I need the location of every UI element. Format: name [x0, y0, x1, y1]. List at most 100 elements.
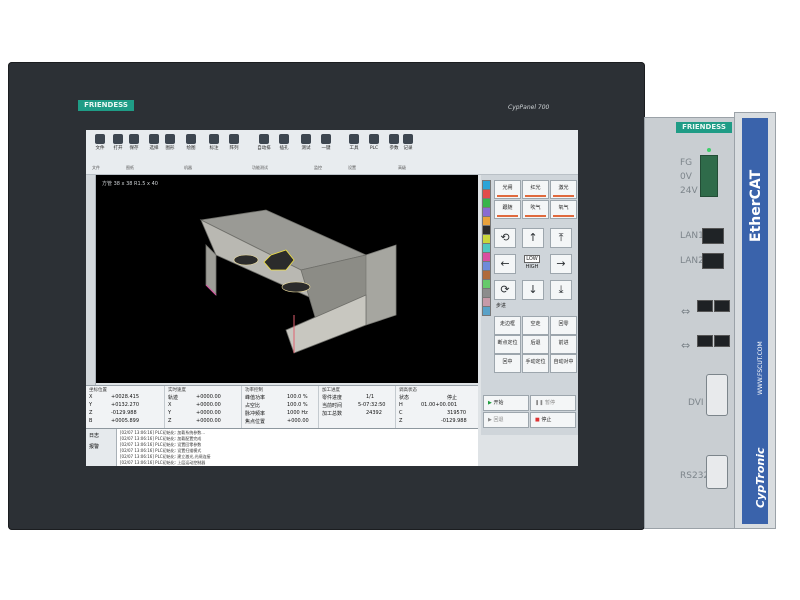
height-row: 状态 停止: [399, 394, 457, 401]
ribbon-button[interactable]: 标注: [204, 134, 224, 151]
toggle-button[interactable]: 红光: [522, 180, 549, 199]
laser-row: 脉冲频率 1000 Hz: [245, 410, 308, 417]
ribbon-group-label: 文件: [92, 165, 100, 170]
rs232-port: [706, 455, 728, 489]
toggle-indicator: [553, 195, 574, 197]
tool-icon: [279, 134, 289, 144]
ribbon-button[interactable]: 测试: [296, 134, 316, 151]
height-row: C 319570: [399, 410, 466, 416]
speed-value: +0000.00: [196, 402, 221, 408]
ribbon-button[interactable]: 插孔: [274, 134, 294, 151]
0v-label: 0V: [680, 172, 692, 182]
layer-color-swatch[interactable]: [482, 306, 491, 316]
ribbon-button-label: 标注: [209, 146, 219, 151]
ethercat-logo: EtherCAT: [748, 169, 764, 242]
ribbon-button[interactable]: 一键: [316, 134, 336, 151]
axis-label: Z: [89, 410, 93, 416]
ribbon-group-label: 图纸: [126, 165, 134, 170]
ribbon-button[interactable]: 工具: [344, 134, 364, 151]
ribbon-button[interactable]: 自动排: [254, 134, 274, 151]
tool-icon: [149, 134, 159, 144]
return-button[interactable]: ▶ 回退: [483, 412, 529, 428]
motion-button[interactable]: 空走: [522, 316, 549, 335]
log-panel: 日志 报警 [02/07 13:06:16] PLC初始化: 加载系统参数...…: [86, 428, 478, 466]
right-arrow-icon[interactable]: →: [550, 254, 572, 274]
ribbon-button-label: 测试: [301, 146, 311, 151]
laser-row: 占空比 100.0 %: [245, 402, 308, 409]
usb-symbol: ⇔: [681, 305, 691, 318]
toggle-indicator: [553, 215, 574, 217]
hmi-screen: 文件 打开 保存 选择 图形 绘图 标注 阵列 自动排 插孔 测试 一键 工具 PLC 参数 记录 文件 图纸 机器…: [86, 130, 578, 466]
speed-block: 实时速度 轨迹 +0000.00 X +0000.00 Y +0000.00 Z +00…: [165, 386, 242, 428]
height-header: 调高状态: [399, 388, 417, 393]
speed-high-label: HIGH: [525, 264, 539, 270]
motion-button[interactable]: 前进: [550, 335, 577, 354]
ribbon-button[interactable]: 保存: [124, 134, 144, 151]
lan2-label: LAN2: [680, 256, 704, 266]
height-row: H 01.00+00.001: [399, 402, 457, 408]
progress-value: 1/1: [366, 394, 375, 400]
speed-label: 轨迹: [168, 395, 179, 401]
drawing-canvas[interactable]: 方管 38 x 38 R1.5 x 40: [96, 175, 478, 383]
speed-label: X: [168, 402, 172, 408]
motion-button[interactable]: 走边框: [494, 316, 521, 335]
tab-log[interactable]: 日志: [89, 432, 99, 439]
tool-icon: [129, 134, 139, 144]
motion-button[interactable]: 后退: [522, 335, 549, 354]
tool-icon: [259, 134, 269, 144]
ribbon-toolbar: 文件 打开 保存 选择 图形 绘图 标注 阵列 自动排 插孔 测试 一键 工具 PLC 参数 记录 文件 图纸 机器…: [86, 130, 578, 175]
ribbon-button[interactable]: 阵列: [224, 134, 244, 151]
ribbon-button[interactable]: 图形: [160, 134, 180, 151]
dvi-label: DVI: [688, 398, 704, 408]
toggle-button[interactable]: 光闸: [494, 180, 521, 199]
ribbon-button-label: PLC: [369, 146, 379, 151]
speed-toggle[interactable]: LOW HIGH: [520, 254, 544, 272]
down-arrow-icon[interactable]: ↓: [522, 280, 544, 300]
ribbon-button[interactable]: 文件: [90, 134, 110, 151]
z-up-icon[interactable]: ⤒: [550, 228, 572, 248]
height-label: 状态: [399, 395, 410, 401]
toggle-button[interactable]: 跟随: [494, 200, 521, 219]
start-label: 开始: [493, 400, 504, 406]
step-mode-label[interactable]: 步进: [496, 302, 506, 309]
laser-block: 功率控制 峰值功率 100.0 % 占空比 100.0 % 脉冲频率 1000 Hz …: [242, 386, 319, 428]
rotate-icon[interactable]: ⟲: [494, 228, 516, 248]
toggle-button[interactable]: 氧气: [550, 200, 577, 219]
toggle-button[interactable]: 吹气: [522, 200, 549, 219]
process-controls: ▶ 开始 ❚❚ 暂停 ▶ 回退 ■ 停止: [481, 392, 578, 428]
speed-row: 轨迹 +0000.00: [168, 394, 221, 401]
rotate-icon[interactable]: ⟳: [494, 280, 516, 300]
usb-port: [697, 335, 713, 347]
up-arrow-icon[interactable]: ↑: [522, 228, 544, 248]
motion-button[interactable]: 回零: [550, 316, 577, 335]
motion-button[interactable]: 断点定位: [494, 335, 521, 354]
motion-button[interactable]: 自动对中: [550, 354, 577, 373]
usb-port: [714, 335, 730, 347]
tool-icon: [403, 134, 413, 144]
start-button[interactable]: ▶ 开始: [483, 395, 529, 411]
speed-label: Z: [168, 418, 172, 424]
lan1-label: LAN1: [680, 231, 704, 241]
toggle-label: 吹气: [530, 205, 541, 211]
motion-button[interactable]: 手动定位: [522, 354, 549, 373]
toggle-indicator: [525, 215, 546, 217]
return-label: 回退: [493, 417, 504, 423]
z-down-icon[interactable]: ⤓: [550, 280, 572, 300]
controller-brand-logo: FRIENDESS: [676, 122, 732, 133]
height-label: Z: [399, 418, 403, 424]
ribbon-button[interactable]: 记录: [398, 134, 418, 151]
speed-value: +0000.00: [196, 418, 221, 424]
tab-alarm[interactable]: 报警: [89, 443, 99, 450]
ribbon-button[interactable]: 绘图: [181, 134, 201, 151]
motion-button[interactable]: 回中: [494, 354, 521, 373]
pause-button[interactable]: ❚❚ 暂停: [530, 395, 576, 411]
toggle-button[interactable]: 激光: [550, 180, 577, 199]
height-label: C: [399, 410, 403, 416]
stop-button[interactable]: ■ 停止: [530, 412, 576, 428]
ribbon-button[interactable]: PLC: [364, 134, 384, 151]
left-arrow-icon[interactable]: ←: [494, 254, 516, 274]
toggle-indicator: [497, 195, 518, 197]
toggle-label: 激光: [558, 185, 569, 191]
pause-label: 暂停: [544, 400, 555, 406]
speed-low-label: LOW: [524, 255, 540, 263]
